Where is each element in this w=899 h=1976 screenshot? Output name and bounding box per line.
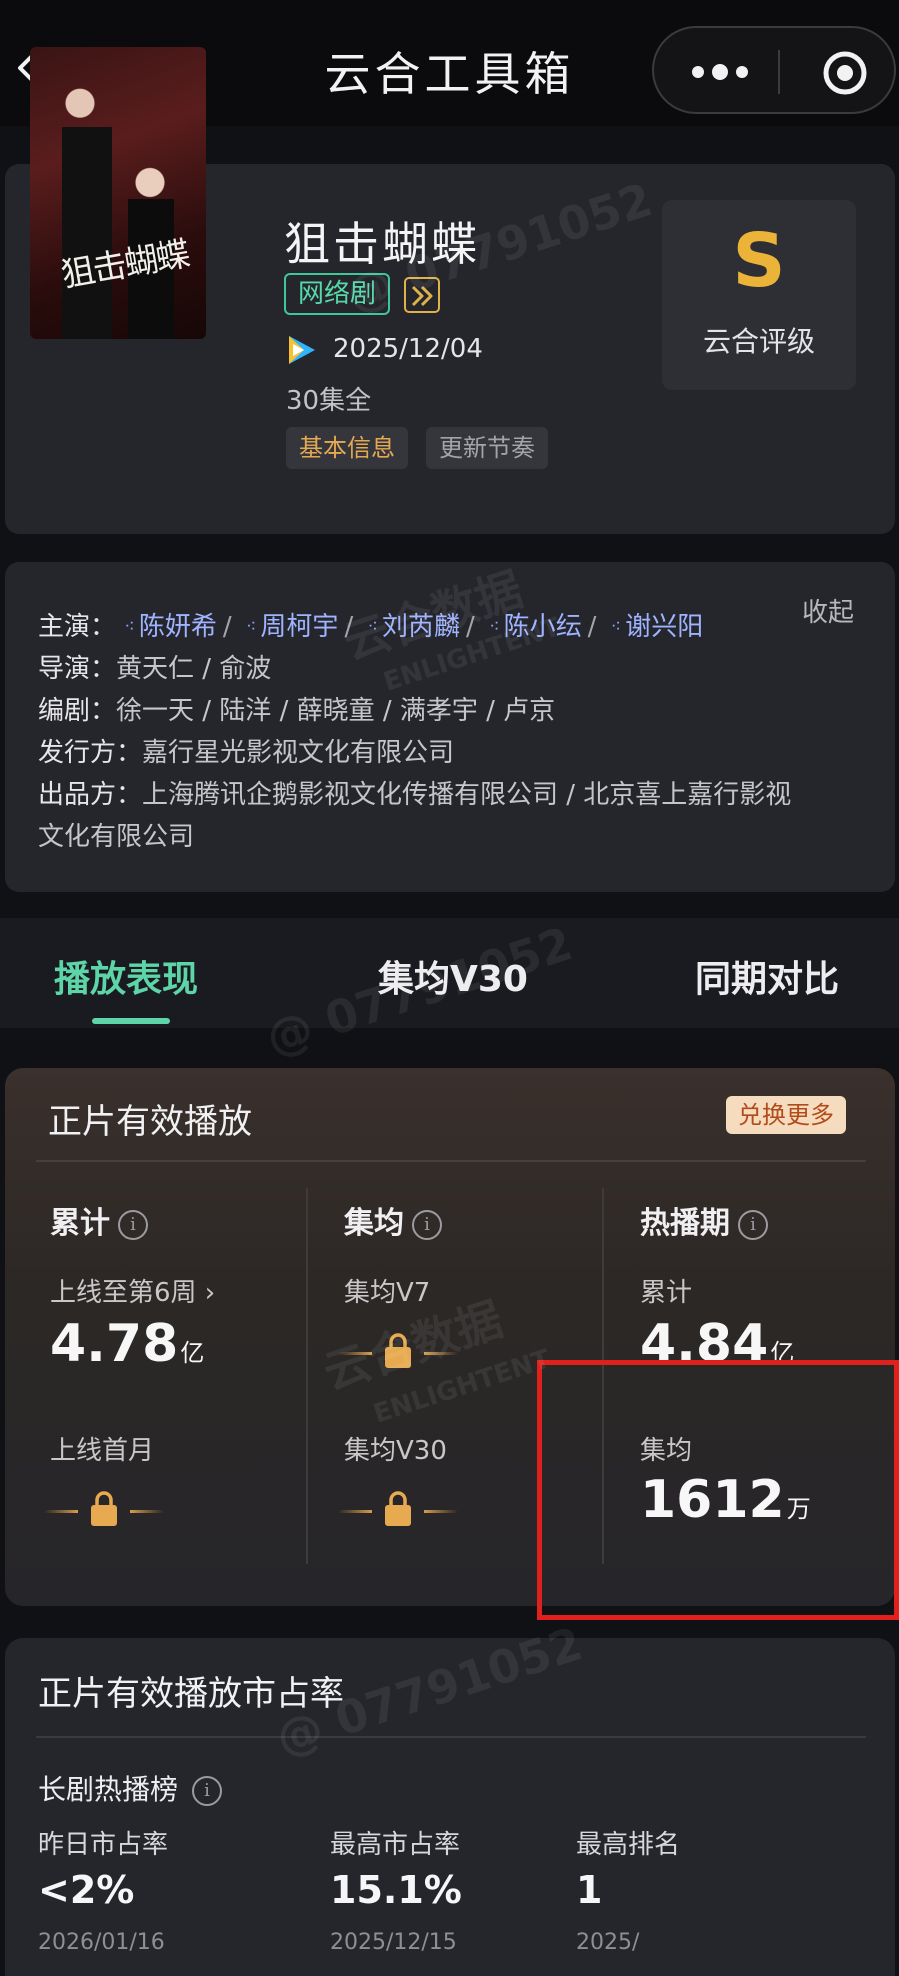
- cumulative-week6-link[interactable]: 上线至第6周 ›: [50, 1272, 215, 1309]
- v30-label: 集均V30: [344, 1436, 447, 1466]
- target-circle-icon: [823, 51, 867, 95]
- collapse-button[interactable]: 收起: [802, 592, 854, 629]
- unit-label: 亿: [180, 1339, 205, 1367]
- tab-playback[interactable]: 播放表现: [54, 950, 198, 1002]
- info-icon[interactable]: i: [412, 1210, 442, 1240]
- max-share-value: 15.1%: [330, 1868, 462, 1912]
- release-date: 2025/12/04: [333, 334, 483, 364]
- per-episode-header: 集均 i: [344, 1198, 442, 1242]
- playback-title: 正片有效播放: [48, 1102, 252, 1142]
- writer-label: 编剧：: [38, 696, 117, 726]
- page: 云合工具箱 狙击蝴蝶 狙击蝴蝶 网络剧 2025/12/04 30集全 基本信息…: [0, 0, 899, 1976]
- red-highlight-box: [537, 1360, 899, 1620]
- locked-metric[interactable]: [338, 1488, 458, 1532]
- tab-compare[interactable]: 同期对比: [695, 950, 839, 1002]
- hot-period-header: 热播期 i: [640, 1198, 768, 1242]
- cumulative-week6-number: 4.78: [50, 1314, 179, 1374]
- producer-value: 上海腾讯企鹅影视文化传播有限公司 / 北京喜上嘉行影视: [142, 780, 792, 810]
- lock-line: [130, 1510, 164, 1513]
- more-dots-icon: [692, 64, 748, 80]
- yesterday-share-label: 昨日市占率: [38, 1830, 169, 1860]
- column-divider: [306, 1188, 308, 1564]
- active-tab-indicator: [92, 1018, 170, 1024]
- cast-link[interactable]: 陈妍希: [139, 612, 217, 642]
- link-icon: ⁖: [245, 616, 257, 637]
- capsule-divider: [778, 50, 780, 94]
- distributor-row: 发行方：嘉行星光影视文化有限公司: [38, 732, 454, 769]
- info-icon[interactable]: i: [118, 1210, 148, 1240]
- cumulative-header-label: 累计: [50, 1206, 110, 1241]
- rank-list-title: 长剧热播榜 i: [38, 1768, 223, 1808]
- lock-icon: [91, 1491, 117, 1526]
- cumulative-header: 累计 i: [50, 1198, 148, 1242]
- lock-line: [338, 1510, 372, 1513]
- distributor-label: 发行方：: [38, 738, 143, 768]
- producer-label: 出品方：: [38, 780, 143, 810]
- divider: [36, 1736, 866, 1738]
- writer-value: 徐一天 / 陆洋 / 薛晓童 / 满孝宇 / 卢京: [116, 696, 556, 726]
- producer-value-continued: 文化有限公司: [38, 822, 195, 852]
- best-rank-value: 1: [576, 1868, 603, 1912]
- update-rhythm-chip[interactable]: 更新节奏: [426, 427, 548, 469]
- rating-grade: S: [732, 218, 786, 304]
- max-share-date: 2025/12/15: [330, 1930, 457, 1955]
- divider: [36, 1160, 866, 1162]
- link-icon: ⁖: [610, 616, 622, 637]
- more-button[interactable]: [688, 61, 752, 83]
- cast-link[interactable]: 周柯宇: [260, 612, 338, 642]
- close-button[interactable]: [822, 50, 868, 96]
- director-label: 导演：: [38, 654, 117, 684]
- best-rank-date: 2025/: [576, 1930, 640, 1955]
- best-rank-label: 最高排名: [576, 1830, 681, 1860]
- mini-program-capsule: [652, 26, 896, 114]
- hot-period-cumulative-label: 累计: [640, 1278, 693, 1308]
- yesterday-share-date: 2026/01/16: [38, 1930, 165, 1955]
- first-month-label: 上线首月: [50, 1436, 155, 1466]
- cumulative-week6-value: 4.78亿: [50, 1314, 204, 1374]
- link-icon: ⁖: [124, 616, 135, 637]
- lock-line: [44, 1510, 78, 1513]
- info-icon[interactable]: i: [738, 1210, 768, 1240]
- lock-line: [424, 1510, 458, 1513]
- lock-icon: [385, 1491, 411, 1526]
- separator: /: [222, 612, 232, 642]
- episode-count: 30集全: [286, 386, 372, 416]
- max-share-label: 最高市占率: [330, 1830, 461, 1860]
- tencent-video-icon: [289, 336, 315, 364]
- rating-box[interactable]: S 云合评级: [662, 200, 856, 390]
- director-value: 黄天仁 / 俞波: [116, 654, 272, 684]
- exchange-more-button[interactable]: 兑换更多: [726, 1096, 846, 1134]
- per-episode-header-label: 集均: [344, 1206, 404, 1241]
- cast-label: 主演：: [38, 612, 117, 642]
- separator: /: [587, 612, 597, 642]
- writer-row: 编剧：徐一天 / 陆洋 / 薛晓童 / 满孝宇 / 卢京: [38, 690, 555, 727]
- director-row: 导演：黄天仁 / 俞波: [38, 648, 271, 685]
- info-icon[interactable]: i: [192, 1776, 223, 1806]
- distributor-value: 嘉行星光影视文化有限公司: [142, 738, 455, 768]
- basic-info-chip[interactable]: 基本信息: [286, 427, 408, 469]
- producer-row-continued: 文化有限公司: [38, 816, 194, 853]
- producer-row: 出品方：上海腾讯企鹅影视文化传播有限公司 / 北京喜上嘉行影视: [38, 774, 791, 811]
- hot-period-header-label: 热播期: [640, 1206, 730, 1241]
- locked-metric[interactable]: [44, 1488, 164, 1532]
- cast-link[interactable]: 谢兴阳: [625, 612, 703, 642]
- v7-label: 集均V7: [344, 1278, 431, 1308]
- rating-label: 云合评级: [702, 325, 815, 358]
- rank-list-title-label: 长剧热播榜: [38, 1773, 179, 1806]
- yesterday-share-value: <2%: [38, 1868, 135, 1912]
- drama-poster[interactable]: 狙击蝴蝶: [30, 47, 206, 339]
